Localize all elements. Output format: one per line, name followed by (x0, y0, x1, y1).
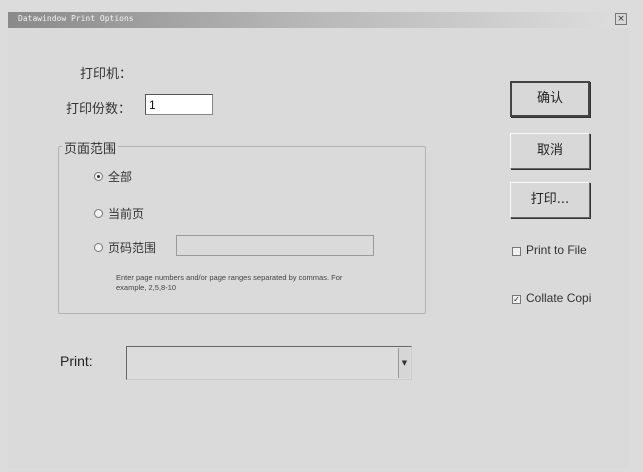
radio-page-range[interactable] (94, 243, 103, 252)
copies-input[interactable] (145, 94, 213, 115)
window-title: Datawindow Print Options (18, 14, 134, 23)
print-select-label: Print: (60, 353, 93, 369)
print-to-file-label: Print to File (526, 243, 587, 257)
ok-button[interactable]: 确认 (510, 81, 590, 117)
cancel-button[interactable]: 取消 (510, 133, 590, 169)
page-range-hint: Enter page numbers and/or page ranges se… (116, 273, 343, 292)
radio-current-page[interactable] (94, 209, 103, 218)
radio-current-page-label: 当前页 (108, 207, 145, 221)
checkmark-icon: ✓ (513, 295, 520, 304)
radio-all-label: 全部 (108, 170, 133, 184)
print-to-file-checkbox[interactable] (512, 247, 521, 256)
collate-checkbox[interactable]: ✓ (512, 295, 521, 304)
print-options-dialog: Datawindow Print Options × 打印机： 打印份数： 页面… (0, 0, 643, 472)
page-range-input[interactable] (176, 235, 374, 256)
print-button[interactable]: 打印... (510, 182, 590, 218)
close-icon[interactable]: × (615, 13, 627, 25)
copies-label: 打印份数： (66, 102, 132, 117)
page-range-title: 页面范围 (62, 138, 119, 157)
radio-page-range-label: 页码范围 (108, 241, 157, 255)
print-select[interactable]: ▼ (126, 346, 412, 380)
printer-label: 打印机： (80, 67, 133, 82)
dropdown-arrow-icon[interactable]: ▼ (398, 348, 410, 378)
radio-all[interactable] (94, 172, 103, 181)
title-bar[interactable]: Datawindow Print Options × (8, 12, 629, 28)
collate-label: Collate Copi (526, 291, 592, 305)
